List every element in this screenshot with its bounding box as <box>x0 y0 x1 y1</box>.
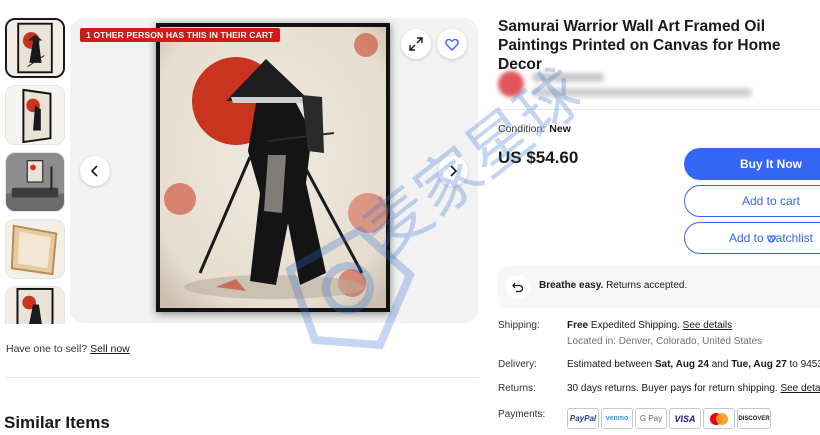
thumbnail-room-mockup[interactable] <box>5 152 65 212</box>
add-to-watchlist-row: Add to watchlist <box>685 223 820 253</box>
shipping-see-details-link[interactable]: See details <box>683 320 732 331</box>
previous-image-button[interactable] <box>80 156 110 186</box>
returns-banner-strong: Breathe easy. <box>539 280 604 291</box>
seller-divider <box>498 109 820 110</box>
chevron-right-icon <box>450 165 458 177</box>
returns-banner-text: Breathe easy. Returns accepted. <box>539 280 687 291</box>
add-to-watchlist-label: Add to watchlist <box>728 231 814 245</box>
returns-banner-rest: Returns accepted. <box>606 280 688 291</box>
thumbnail-samurai-painting[interactable] <box>5 18 65 78</box>
expand-image-button[interactable] <box>401 29 431 59</box>
listing-title: Samurai Warrior Wall Art Framed Oil Pain… <box>498 18 781 73</box>
condition-value: New <box>549 123 571 135</box>
paypal-icon: PayPal <box>567 408 599 429</box>
delivery-label: Delivery: <box>498 359 537 370</box>
sell-prompt-text: Have one to sell? <box>6 343 88 355</box>
product-main-image[interactable] <box>156 23 390 312</box>
next-image-button[interactable] <box>438 156 468 186</box>
returns-value: 30 days returns. Buyer pays for return s… <box>567 383 820 394</box>
thumbnail-samurai-painting-2[interactable] <box>5 286 65 324</box>
item-location: Located in: Denver, Colorado, United Sta… <box>567 336 763 347</box>
delivery-suffix: to 94536 <box>789 359 820 370</box>
returns-accepted-banner: Breathe easy. Returns accepted. <box>498 266 820 308</box>
chevron-left-icon <box>90 165 98 177</box>
add-to-cart-button[interactable]: Add to cart <box>684 185 820 217</box>
buy-it-now-button[interactable]: Buy It Now <box>684 148 820 180</box>
return-arrow-icon <box>506 275 530 299</box>
visa-icon: VISA <box>669 408 701 429</box>
shipping-service: Expedited Shipping. <box>590 320 680 331</box>
sell-now-link[interactable]: Sell now <box>90 343 130 355</box>
seller-avatar <box>498 71 524 97</box>
main-image-gallery: 1 OTHER PERSON HAS THIS IN THEIR CART <box>70 18 478 323</box>
thumbnail-canvas-back[interactable] <box>5 219 65 279</box>
discover-icon: DISCOVER <box>737 408 771 429</box>
venmo-icon: venmo <box>601 408 633 429</box>
shipping-value: Free Expedited Shipping. See details <box>567 320 732 331</box>
add-to-cart-label: Add to cart <box>741 194 801 208</box>
condition-row: Condition: New <box>498 123 571 135</box>
shipping-label: Shipping: <box>498 320 540 331</box>
returns-label: Returns: <box>498 383 536 394</box>
returns-see-details-link[interactable]: See details <box>780 383 820 394</box>
delivery-prefix: Estimated between <box>567 359 653 370</box>
delivery-and: and <box>711 359 729 370</box>
buy-it-now-label: Buy It Now <box>740 157 802 171</box>
mastercard-icon <box>703 408 735 429</box>
expand-icon <box>409 37 423 51</box>
returns-text: 30 days returns. Buyer pays for return s… <box>567 383 778 394</box>
add-to-watchlist-button[interactable]: Add to watchlist <box>684 222 820 254</box>
heart-icon <box>445 38 459 51</box>
watch-heart-button[interactable] <box>437 29 467 59</box>
thumbnail-framed-side-view[interactable] <box>5 85 65 145</box>
delivery-end: Tue, Aug 27 <box>731 359 787 370</box>
section-divider <box>6 377 478 378</box>
google-pay-icon: G Pay <box>635 408 667 429</box>
payments-label: Payments: <box>498 409 546 420</box>
seller-name-redacted <box>532 73 604 82</box>
seller-info-redacted <box>498 68 820 106</box>
cart-count-banner: 1 OTHER PERSON HAS THIS IN THEIR CART <box>80 28 280 42</box>
seller-links-redacted <box>532 88 752 97</box>
sell-prompt: Have one to sell? Sell now <box>6 343 130 355</box>
similar-items-heading: Similar Items <box>4 413 110 432</box>
price: US $54.60 <box>498 148 579 167</box>
shipping-free: Free <box>567 320 589 331</box>
delivery-start: Sat, Aug 24 <box>654 359 709 370</box>
delivery-value: Estimated between Sat, Aug 24 and Tue, A… <box>567 359 820 370</box>
condition-label: Condition: <box>498 123 546 135</box>
